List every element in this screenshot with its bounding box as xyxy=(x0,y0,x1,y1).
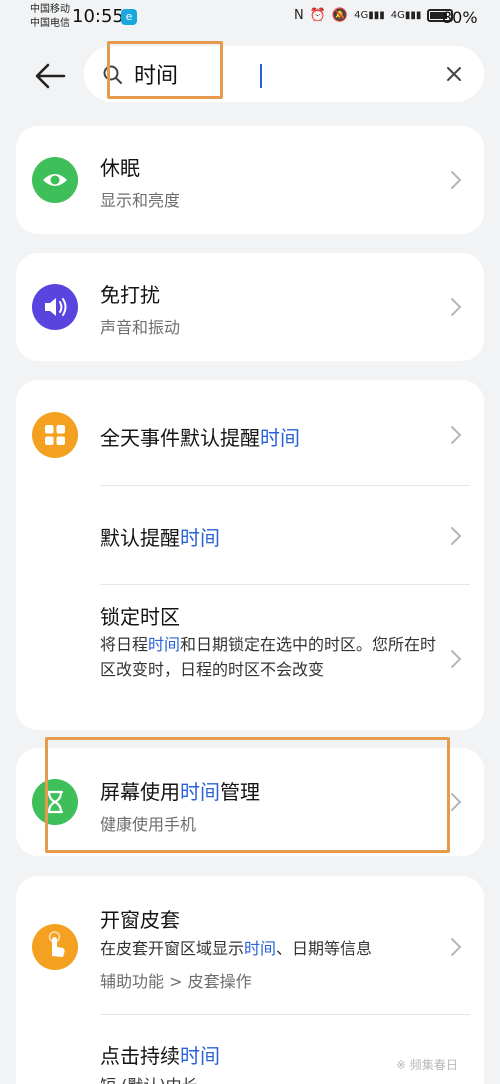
result-path: 辅助功能 > 皮套操作 xyxy=(100,972,252,991)
status-bar: 中国移动 中国电信 10:55 e N ⏰ 🔕 4G▮▮▮ 4G▮▮▮ 80% xyxy=(0,0,500,36)
result-icon xyxy=(32,284,78,330)
alarm-icon: ⏰ xyxy=(309,8,326,23)
nfc-icon: N xyxy=(294,8,304,23)
arrow-left-icon xyxy=(35,63,66,89)
result-title: 全天事件默认提醒时间 xyxy=(100,426,300,450)
chevron-right-icon xyxy=(451,650,462,668)
chevron-right-icon xyxy=(451,426,462,444)
apps-icon xyxy=(45,425,65,445)
result-row-default-reminder[interactable]: 默认提醒时间 xyxy=(16,486,484,584)
result-description: 在皮套开窗区域显示时间、日期等信息 xyxy=(100,939,373,958)
result-icon xyxy=(32,412,78,458)
chevron-right-icon xyxy=(451,298,462,316)
result-card-cover-group: 开窗皮套 在皮套开窗区域显示时间、日期等信息 辅助功能 > 皮套操作 点击持续时… xyxy=(16,876,484,1084)
result-description-partial: 短 (默认)中长 xyxy=(100,1072,198,1084)
result-title: 锁定时区 xyxy=(100,605,180,629)
result-subtitle: 健康使用手机 xyxy=(100,815,197,834)
result-card-screen-time[interactable]: 屏幕使用时间管理 健康使用手机 xyxy=(16,748,484,856)
result-icon xyxy=(32,924,78,970)
result-title: 默认提醒时间 xyxy=(100,526,220,550)
chevron-right-icon xyxy=(451,171,462,189)
speaker-icon xyxy=(45,298,67,316)
hourglass-icon xyxy=(46,790,64,814)
chevron-right-icon xyxy=(451,527,462,545)
chevron-right-icon xyxy=(451,938,462,956)
battery-percent: 80% xyxy=(442,8,478,27)
result-icon xyxy=(32,157,78,203)
chevron-right-icon xyxy=(451,793,462,811)
text-caret xyxy=(260,64,262,88)
search-icon xyxy=(103,65,122,84)
close-icon[interactable] xyxy=(442,62,466,86)
result-subtitle: 显示和亮度 xyxy=(100,191,181,210)
result-title: 休眠 xyxy=(100,156,140,180)
search-input[interactable] xyxy=(134,58,424,90)
result-title: 屏幕使用时间管理 xyxy=(100,780,260,804)
search-bar[interactable] xyxy=(84,46,484,102)
result-row-lock-timezone[interactable]: 锁定时区 将日程时间和日期锁定在选中的时区。您所在时区改变时，日程的时区不会改变 xyxy=(16,585,484,730)
result-row-window-cover[interactable]: 开窗皮套 在皮套开窗区域显示时间、日期等信息 辅助功能 > 皮套操作 xyxy=(16,876,484,1014)
carrier-1: 中国移动 xyxy=(30,4,70,15)
touch-hand-icon xyxy=(48,931,65,957)
result-card-do-not-disturb[interactable]: 免打扰 声音和振动 xyxy=(16,253,484,361)
result-title: 点击持续时间 xyxy=(100,1044,220,1068)
app-notification-icon: e xyxy=(121,9,137,25)
result-row-all-day-reminder[interactable]: 全天事件默认提醒时间 xyxy=(16,380,484,486)
carrier-labels: 中国移动 中国电信 xyxy=(30,3,70,31)
eye-icon xyxy=(43,174,67,186)
signal-1-icon: 4G▮▮▮ xyxy=(354,10,385,21)
back-button[interactable] xyxy=(30,56,70,96)
result-subtitle: 声音和振动 xyxy=(100,318,181,337)
result-row-tap-duration[interactable]: 点击持续时间 短 (默认)中长 xyxy=(16,1015,484,1084)
result-card-sleep[interactable]: 休眠 显示和亮度 xyxy=(16,126,484,234)
result-description: 将日程时间和日期锁定在选中的时区。您所在时区改变时，日程的时区不会改变 xyxy=(100,635,437,679)
clock: 10:55 xyxy=(72,6,124,27)
signal-2-icon: 4G▮▮▮ xyxy=(390,10,422,21)
carrier-2: 中国电信 xyxy=(30,18,70,29)
result-title: 开窗皮套 xyxy=(100,908,180,932)
result-card-calendar-group: 全天事件默认提醒时间 默认提醒时间 锁定时区 将日程时间和日期锁定在选中的时区。… xyxy=(16,380,484,730)
watermark: ※ 频集春日 xyxy=(396,1058,458,1072)
mute-icon: 🔕 xyxy=(331,8,349,23)
result-title: 免打扰 xyxy=(100,283,160,307)
status-icons: N ⏰ 🔕 4G▮▮▮ 4G▮▮▮ xyxy=(294,8,454,23)
result-icon xyxy=(32,779,78,825)
